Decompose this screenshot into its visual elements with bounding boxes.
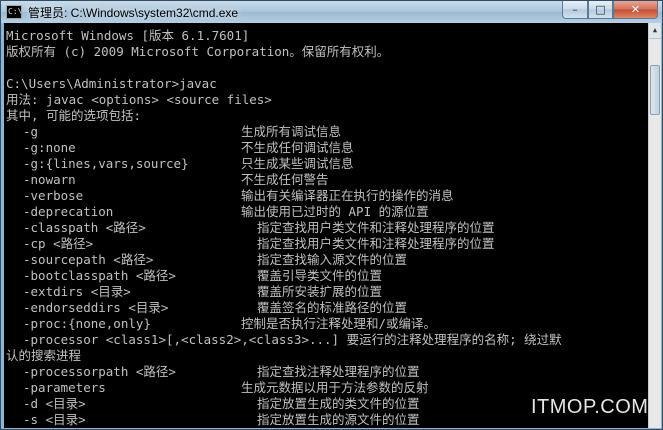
option-desc: 不生成任何警告 — [241, 172, 329, 187]
console-line: 认的搜索进程 — [6, 348, 82, 363]
console-line: 其中, 可能的选项包括: — [6, 108, 142, 123]
option-row: -classpath <路径> 指定查找用户类文件和注释处理程序的位置 — [6, 220, 495, 236]
option-row: -proc:{none,only} 控制是否执行注释处理和/或编译。 — [6, 316, 436, 332]
option-name: -s <目录> — [23, 412, 86, 427]
option-name: -g:none — [23, 140, 76, 155]
option-desc: 指定查找用户类文件和注释处理程序的位置 — [257, 220, 495, 235]
option-row: -nowarn 不生成任何警告 — [6, 172, 389, 188]
option-desc: 覆盖引导类文件的位置 — [257, 268, 383, 283]
option-desc: 指定查找用户类文件和注释处理程序的位置 — [257, 236, 495, 251]
option-row: -bootclasspath <路径> 覆盖引导类文件的位置 — [6, 268, 389, 284]
option-name: -deprecation — [23, 204, 114, 219]
option-desc: 指定查找输入源文件的位置 — [257, 252, 408, 267]
option-row: -g:none 不生成任何调试信息 — [6, 140, 389, 156]
option-name: -g — [23, 124, 39, 139]
option-desc: 指定放置生成的类文件的位置 — [257, 396, 420, 411]
maximize-button[interactable]: □ — [588, 1, 613, 19]
console-line: C:\Users\Administrator>javac — [6, 76, 217, 91]
option-row: -endorseddirs <目录> 覆盖签名的标准路径的位置 — [6, 300, 407, 316]
option-row: -verbose 输出有关编译器正在执行的操作的消息 — [6, 188, 454, 204]
watermark-logo: ITMOP.COM — [531, 396, 649, 418]
option-desc: 覆盖签名的标准路径的位置 — [257, 300, 408, 315]
option-row: -deprecation 输出使用已过时的 API 的源位置 — [6, 204, 429, 220]
option-row: -d <目录> 指定放置生成的类文件的位置 — [6, 396, 420, 412]
option-name: -sourcepath <路径> — [23, 252, 154, 267]
vertical-scrollbar[interactable]: ▲ — [648, 23, 661, 428]
console-lines: Microsoft Windows [版本 6.1.7601] 版权所有 (c)… — [6, 28, 562, 428]
option-row: -g:{lines,vars,source} 只生成某些调试信息 — [6, 156, 389, 172]
console-line: 用法: javac <options> <source files> — [6, 92, 272, 107]
option-name: -classpath <路径> — [23, 220, 146, 235]
option-desc: 输出使用已过时的 API 的源位置 — [241, 204, 429, 219]
option-name: -nowarn — [23, 172, 76, 187]
option-name: -processor <class1>[,<class2>,<class3>..… — [23, 332, 562, 347]
option-row: -processorpath <路径> 指定查找注释处理程序的位置 — [6, 364, 420, 380]
option-name: -endorseddirs <目录> — [23, 300, 169, 315]
option-desc: 覆盖所安装扩展的位置 — [257, 284, 383, 299]
option-desc: 输出有关编译器正在执行的操作的消息 — [241, 188, 454, 203]
option-name: -g:{lines,vars,source} — [23, 156, 189, 171]
option-name: -d <目录> — [23, 396, 86, 411]
option-row: -extdirs <目录> 覆盖所安装扩展的位置 — [6, 284, 389, 300]
cmd-app-icon[interactable]: C:\ — [6, 5, 22, 19]
option-row: -g 生成所有调试信息 — [6, 124, 389, 140]
option-name: -processorpath <路径> — [23, 364, 176, 379]
cmd-window: C:\ 管理员: C:\Windows\system32\cmd.exe – □… — [0, 0, 663, 430]
option-name: -cp <路径> — [23, 236, 94, 251]
scroll-up-arrow-icon[interactable]: ▲ — [649, 23, 661, 39]
option-name: -verbose — [23, 188, 84, 203]
option-desc: 生成元数据以用于方法参数的反射 — [241, 380, 429, 395]
scroll-thumb[interactable] — [650, 65, 660, 115]
option-desc: 生成所有调试信息 — [241, 124, 342, 139]
option-desc: 不生成任何调试信息 — [241, 140, 354, 155]
option-desc: 指定放置生成的源文件的位置 — [257, 412, 420, 427]
title-bar[interactable]: C:\ 管理员: C:\Windows\system32\cmd.exe – □… — [1, 1, 662, 23]
option-row: -processor <class1>[,<class2>,<class3>..… — [6, 332, 562, 348]
minimize-button[interactable]: – — [562, 1, 588, 19]
option-row: -s <目录> 指定放置生成的源文件的位置 — [6, 412, 420, 428]
close-button[interactable]: ✕ — [613, 1, 658, 19]
window-title: 管理员: C:\Windows\system32\cmd.exe — [28, 6, 239, 20]
option-name: -bootclasspath <路径> — [23, 268, 176, 283]
console-output[interactable]: Microsoft Windows [版本 6.1.7601] 版权所有 (c)… — [4, 23, 648, 428]
console-line: Microsoft Windows [版本 6.1.7601] — [6, 28, 250, 43]
console-line: 版权所有 (c) 2009 Microsoft Corporation。保留所有… — [6, 44, 390, 59]
option-row: -parameters 生成元数据以用于方法参数的反射 — [6, 380, 429, 396]
option-name: -extdirs <目录> — [23, 284, 131, 299]
option-desc: 只生成某些调试信息 — [241, 156, 354, 171]
option-desc: 控制是否执行注释处理和/或编译。 — [241, 316, 437, 331]
option-name: -proc:{none,only} — [23, 316, 151, 331]
option-name: -parameters — [23, 380, 106, 395]
option-row: -cp <路径> 指定查找用户类文件和注释处理程序的位置 — [6, 236, 495, 252]
option-row: -sourcepath <路径> 指定查找输入源文件的位置 — [6, 252, 407, 268]
option-desc: 指定查找注释处理程序的位置 — [257, 364, 420, 379]
